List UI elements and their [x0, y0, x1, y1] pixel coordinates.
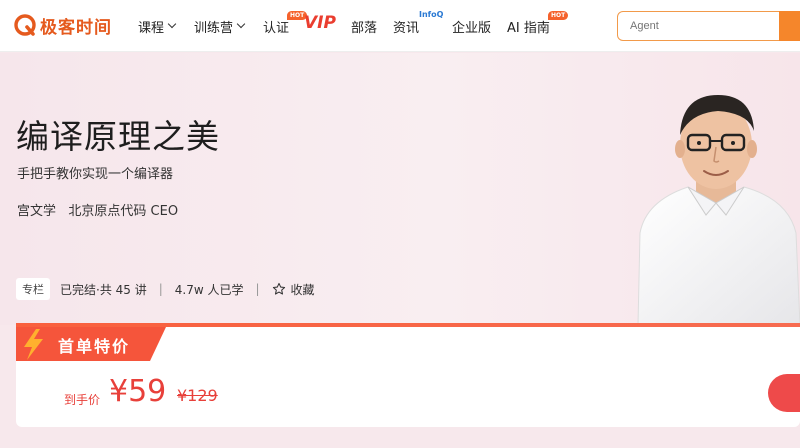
current-price: ¥59	[109, 374, 167, 409]
chevron-down-icon	[167, 19, 177, 29]
learner-count: 4.7w 人已学	[174, 282, 244, 297]
chevron-down-icon	[236, 19, 246, 29]
logo-icon	[14, 14, 36, 36]
course-type-tag: 专栏	[16, 278, 50, 300]
nav-tribe-label: 部落	[351, 20, 378, 36]
logo-text: 极客时间	[40, 17, 112, 38]
course-title: 编译原理之美	[16, 117, 220, 156]
nav-vip[interactable]: VIP	[304, 13, 336, 33]
instructor-photo	[637, 95, 800, 325]
nav-ai-guide-label: AI 指南	[507, 20, 550, 36]
nav-tribe[interactable]: 部落	[351, 15, 377, 37]
nav-bootcamp[interactable]: 训练营	[194, 15, 246, 37]
separator: |	[255, 282, 260, 296]
nav-certification-label: 认证	[263, 20, 290, 36]
search-input[interactable]	[618, 12, 781, 40]
course-author: 宫文学 北京原点代码 CEO	[17, 204, 179, 219]
buy-button[interactable]	[768, 374, 800, 412]
nav-enterprise[interactable]: 企业版	[452, 15, 491, 37]
nav-certification[interactable]: 认证	[263, 15, 289, 37]
infoq-badge: InfoQ	[419, 10, 444, 19]
nav-courses-label: 课程	[138, 20, 165, 36]
nav-bootcamp-label: 训练营	[194, 20, 234, 36]
course-subtitle: 手把手教你实现一个编译器	[17, 167, 174, 182]
original-price: ¥129	[177, 386, 218, 405]
promo-label: 首单特价	[58, 337, 131, 356]
course-meta: 专栏 已完结·共 45 讲 | 4.7w 人已学 | 收藏	[16, 278, 315, 300]
nav-courses[interactable]: 课程	[138, 15, 177, 37]
nav-news-label: 资讯	[393, 20, 420, 36]
logo[interactable]: 极客时间	[14, 12, 112, 38]
nav-ai-guide[interactable]: AI 指南	[507, 15, 550, 37]
star-icon	[272, 282, 285, 295]
separator: |	[158, 282, 163, 296]
price-prefix: 到手价	[64, 393, 101, 407]
search-box	[617, 11, 800, 41]
top-header: 极客时间 课程 训练营 认证 HOT VIP 部落 资讯 InfoQ 企业版 A…	[0, 0, 800, 52]
lesson-status: 已完结·共 45 讲	[60, 282, 147, 297]
favorite-button[interactable]: 收藏	[272, 281, 315, 298]
favorite-label: 收藏	[290, 282, 315, 297]
nav-news[interactable]: 资讯	[393, 15, 419, 37]
nav-enterprise-label: 企业版	[452, 20, 492, 36]
search-button[interactable]	[779, 11, 800, 41]
hot-badge: HOT	[548, 11, 569, 20]
